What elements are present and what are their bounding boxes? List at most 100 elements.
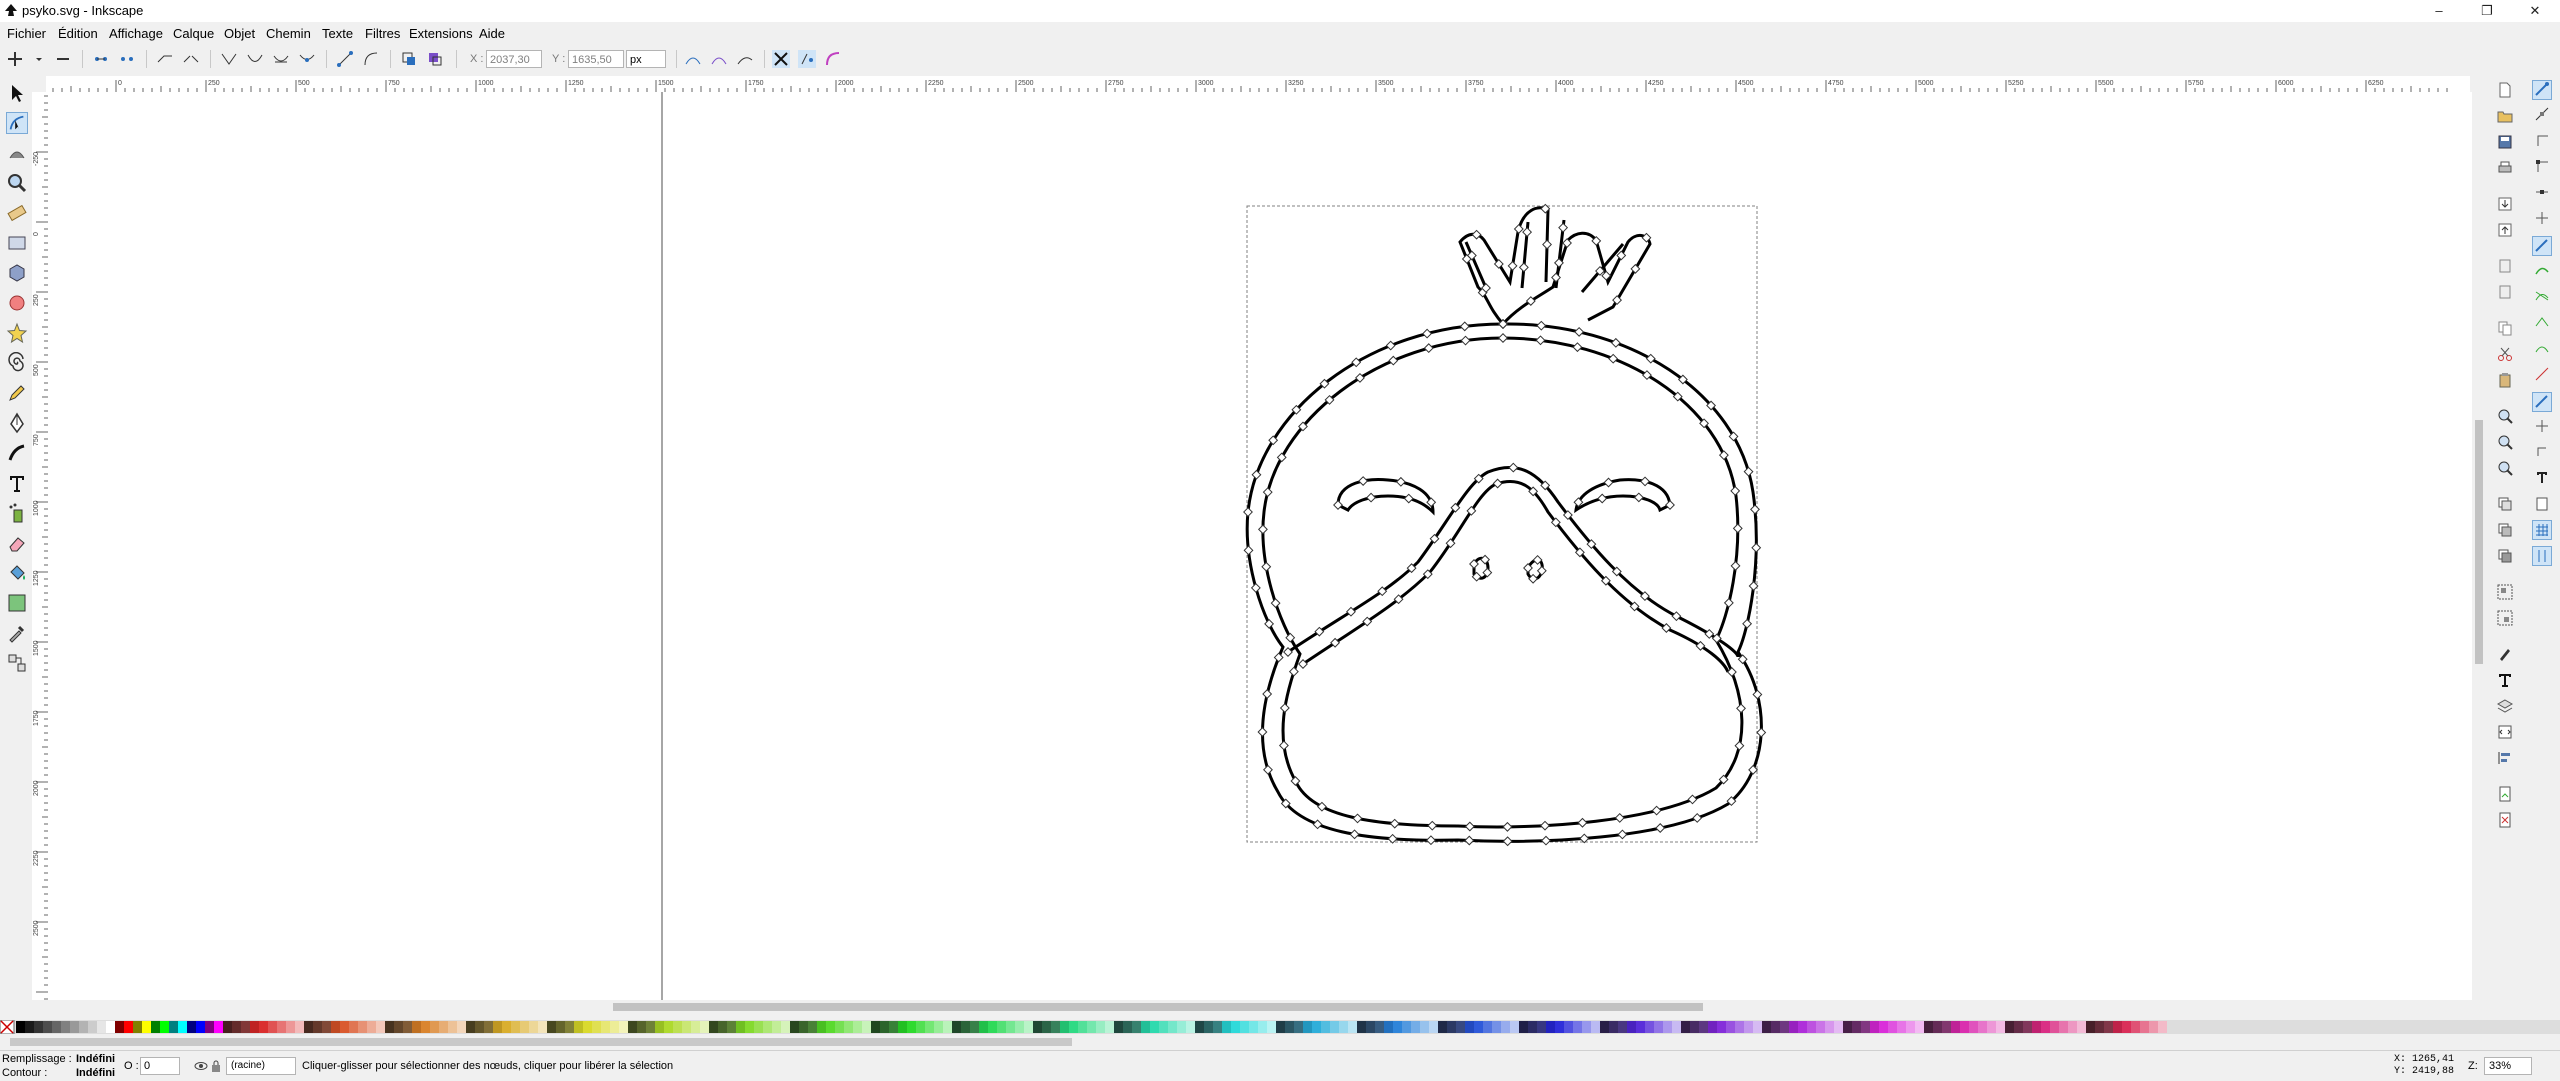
- menu-aide[interactable]: Aide: [479, 26, 505, 41]
- show-clipping-path-icon[interactable]: [684, 50, 702, 68]
- menu-edition[interactable]: Édition: [58, 26, 98, 41]
- group-icon[interactable]: [2497, 584, 2513, 600]
- y-coordinate-input[interactable]: 1635,50: [568, 50, 624, 68]
- spray-tool-icon[interactable]: [6, 502, 28, 524]
- redo-icon[interactable]: [2497, 284, 2513, 300]
- palette-scroll-thumb[interactable]: [10, 1038, 1072, 1046]
- make-symmetric-icon[interactable]: [272, 50, 290, 68]
- snap-nodes-toggle[interactable]: [2532, 236, 2552, 256]
- snap-text-baseline-icon[interactable]: [2534, 470, 2550, 486]
- 3d-box-tool-icon[interactable]: [6, 262, 28, 284]
- drawing-canvas[interactable]: [48, 92, 2472, 1000]
- stroke-value[interactable]: Indéfini: [76, 1067, 115, 1079]
- stroke-to-path-icon[interactable]: [426, 50, 444, 68]
- layer-visibility-icon[interactable]: [194, 1059, 208, 1073]
- horizontal-scroll-thumb[interactable]: [613, 1003, 1703, 1011]
- psyduck-drawing[interactable]: [1245, 206, 1763, 843]
- palette-scrollbar[interactable]: [0, 1036, 2560, 1048]
- menu-calque[interactable]: Calque: [173, 26, 214, 41]
- cut-icon[interactable]: [2497, 346, 2513, 362]
- snap-guides-toggle[interactable]: [2532, 546, 2552, 566]
- menu-fichier[interactable]: Fichier: [7, 26, 46, 41]
- insert-node-icon[interactable]: [6, 50, 24, 68]
- pen-tool-icon[interactable]: [6, 412, 28, 434]
- vertical-scrollbar[interactable]: [2472, 76, 2486, 1008]
- opacity-input[interactable]: 0: [140, 1057, 180, 1075]
- spiral-tool-icon[interactable]: [6, 352, 28, 374]
- ellipse-tool-icon[interactable]: [6, 292, 28, 314]
- segment-to-line-icon[interactable]: [336, 50, 354, 68]
- fill-stroke-icon[interactable]: [2497, 646, 2513, 662]
- align-distribute-icon[interactable]: [2497, 750, 2513, 766]
- segment-to-curve-icon[interactable]: [362, 50, 380, 68]
- document-properties-icon[interactable]: [2497, 786, 2513, 802]
- break-path-icon[interactable]: [118, 50, 136, 68]
- copy-icon[interactable]: [2497, 320, 2513, 336]
- fill-value[interactable]: Indéfini: [76, 1053, 115, 1065]
- measure-tool-icon[interactable]: [6, 202, 28, 224]
- enable-snapping-toggle[interactable]: [2532, 80, 2552, 100]
- zoom-selection-icon[interactable]: [2497, 408, 2513, 424]
- auto-smooth-icon[interactable]: [298, 50, 316, 68]
- make-smooth-icon[interactable]: [246, 50, 264, 68]
- selector-tool-icon[interactable]: [6, 82, 28, 104]
- layers-icon[interactable]: [2497, 698, 2513, 714]
- snap-bbox-center-icon[interactable]: [2534, 210, 2550, 226]
- zoom-tool-icon[interactable]: [6, 172, 28, 194]
- dropper-tool-icon[interactable]: [6, 622, 28, 644]
- menu-filtres[interactable]: Filtres: [365, 26, 400, 41]
- xml-editor-icon[interactable]: [2497, 724, 2513, 740]
- color-palette[interactable]: [0, 1019, 2560, 1035]
- maximize-button[interactable]: ❐: [2464, 0, 2510, 22]
- node-tool-button[interactable]: [6, 112, 28, 134]
- snap-bbox-corner-icon[interactable]: [2534, 158, 2550, 174]
- open-document-icon[interactable]: [2497, 108, 2513, 124]
- import-icon[interactable]: [2497, 196, 2513, 212]
- show-handles-icon[interactable]: [798, 50, 816, 68]
- menu-extensions[interactable]: Extensions: [409, 26, 473, 41]
- snap-others-toggle[interactable]: [2532, 392, 2552, 412]
- paint-bucket-tool-icon[interactable]: [6, 562, 28, 584]
- snap-bbox-edge-icon[interactable]: [2534, 132, 2550, 148]
- vertical-scroll-thumb[interactable]: [2475, 420, 2483, 664]
- snap-line-midpoints-icon[interactable]: [2534, 366, 2550, 382]
- snap-page-border-icon[interactable]: [2534, 496, 2550, 512]
- duplicate-icon[interactable]: [2497, 496, 2513, 512]
- snap-rotation-center-icon[interactable]: [2534, 444, 2550, 460]
- zoom-page-icon[interactable]: [2497, 460, 2513, 476]
- eraser-tool-icon[interactable]: [6, 532, 28, 554]
- undo-icon[interactable]: [2497, 258, 2513, 274]
- menu-chemin[interactable]: Chemin: [266, 26, 311, 41]
- join-nodes-icon[interactable]: [92, 50, 110, 68]
- snap-object-midpoint-icon[interactable]: [2534, 418, 2550, 434]
- delete-segment-icon[interactable]: [182, 50, 200, 68]
- horizontal-scrollbar[interactable]: [48, 1000, 2472, 1014]
- menu-texte[interactable]: Texte: [322, 26, 353, 41]
- text-tool-icon[interactable]: [6, 472, 28, 494]
- make-cusp-icon[interactable]: [220, 50, 238, 68]
- print-icon[interactable]: [2497, 160, 2513, 176]
- show-mask-icon[interactable]: [710, 50, 728, 68]
- snap-bbox-icon[interactable]: [2534, 106, 2550, 122]
- new-document-icon[interactable]: [2497, 82, 2513, 98]
- text-font-icon[interactable]: [2497, 672, 2513, 688]
- calligraphy-tool-icon[interactable]: [6, 442, 28, 464]
- snap-smooth-nodes-icon[interactable]: [2534, 340, 2550, 356]
- palette-swatches[interactable]: [0, 1019, 2560, 1035]
- unit-select[interactable]: px: [626, 50, 666, 68]
- path-nodes[interactable]: [1243, 203, 1767, 847]
- ungroup-icon[interactable]: [2497, 610, 2513, 626]
- dropdown-arrow-icon[interactable]: [30, 50, 48, 68]
- show-outline-icon[interactable]: [824, 50, 842, 68]
- layer-lock-icon[interactable]: [210, 1059, 222, 1073]
- snap-bbox-midpoint-icon[interactable]: [2534, 184, 2550, 200]
- menu-affichage[interactable]: Affichage: [109, 26, 163, 41]
- star-tool-icon[interactable]: [6, 322, 28, 344]
- connector-tool-icon[interactable]: [6, 652, 28, 674]
- minimize-button[interactable]: –: [2416, 0, 2462, 22]
- close-button[interactable]: ✕: [2512, 0, 2558, 22]
- tweak-tool-icon[interactable]: [6, 142, 28, 164]
- join-segment-icon[interactable]: [156, 50, 174, 68]
- edit-path-effect-icon[interactable]: [736, 50, 754, 68]
- zoom-drawing-icon[interactable]: [2497, 434, 2513, 450]
